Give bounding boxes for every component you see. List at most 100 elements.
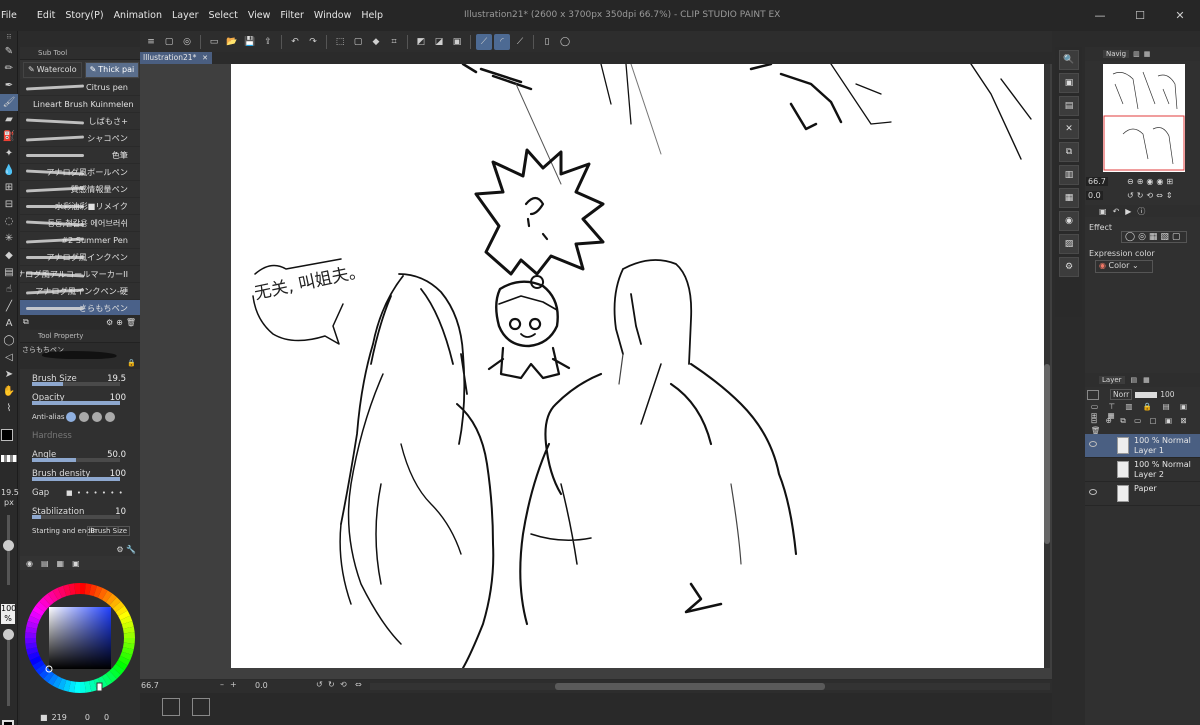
menu-item[interactable]: Select [207,0,246,31]
rotation-value[interactable]: 0.0 [255,681,268,690]
antialias-row[interactable]: Anti-alias [20,407,140,426]
tab-tool-info-icon[interactable]: ⓘ [1137,206,1145,217]
color-history-tab-icon[interactable]: ▣ [72,559,80,568]
start-end-select[interactable]: Brush Size [87,525,130,536]
transparent-swatch[interactable] [1,455,17,462]
gap-options[interactable]: ■ • • • • • • [66,489,124,497]
navigator-rotate-controls[interactable]: ↺↻⟲⇔⇕ [1127,191,1176,200]
menu-item[interactable]: Edit [35,0,63,31]
figure-tool-icon[interactable]: ⊟ [0,196,18,213]
brush-item[interactable]: アナログ風インクペン-硬 [20,283,140,300]
main-color-swatch[interactable] [1,429,13,441]
undo-icon[interactable]: ↶ [287,34,303,50]
zoom-out-button[interactable]: – [220,680,224,689]
menu-item[interactable]: Animation [112,0,170,31]
snap-to-grid-icon[interactable]: ⟋ [512,34,528,50]
layer-property-icon[interactable]: ▤ [1059,96,1079,116]
brush-size-track[interactable] [32,382,120,386]
clear-icon[interactable]: ▢ [350,34,366,50]
brush-item[interactable]: アナログ風アルコールマーカーII [20,266,140,283]
companion-icon[interactable]: ◯ [557,34,573,50]
menu-item[interactable]: Help [359,0,391,31]
tab-auto-action-icon[interactable]: ▶ [1125,207,1131,216]
navigator-zoom[interactable]: 66.7 [1086,177,1108,186]
navigator-rotation[interactable]: 0.0 [1086,191,1103,200]
hardness-row[interactable]: Hardness [20,426,140,445]
line-tool-icon[interactable]: ╱ [0,298,18,315]
close-window-button[interactable]: ✕ [1160,0,1200,31]
color-mode-icon[interactable] [2,720,14,725]
brush-item[interactable]: アナログ風インクペン [20,249,140,266]
close-tab-icon[interactable]: ✕ [202,52,208,64]
tool-settings-icon[interactable]: 🔧 [126,545,136,554]
maximize-button[interactable]: ☐ [1120,0,1160,31]
export-icon[interactable]: ⇪ [260,34,276,50]
record-icon[interactable]: ◎ [179,34,195,50]
move-tool-icon[interactable]: ➤ [0,366,18,383]
redo-icon[interactable]: ↷ [305,34,321,50]
grid-tool-icon[interactable]: ⊞ [0,179,18,196]
blend-tool-icon[interactable]: ✦ [0,145,18,162]
brush-item[interactable]: #2 Summer Pen [20,232,140,249]
ruler-tool-icon[interactable]: ◁ [0,349,18,366]
new-sub-tool-icon[interactable]: ⊕ [116,318,123,327]
eye-icon[interactable] [1089,489,1097,495]
flip-icon[interactable]: ⇔ [355,680,362,689]
effect-buttons[interactable]: ◯◎▦▧▢ [1121,231,1188,243]
wrench-icon[interactable]: ⚙ [106,318,113,327]
fountain-pen-icon[interactable]: ✒ [0,77,18,94]
hue-cursor[interactable] [96,682,103,692]
layer-row[interactable]: Paper [1085,482,1200,506]
brush-tool-icon[interactable]: 🖌 [0,94,18,111]
density-track[interactable] [32,477,120,481]
snap-to-ruler-icon[interactable]: ⟋ [476,33,492,50]
brush-item[interactable]: Lineart Brush Kuinmelen [20,96,140,113]
blend-mode-select[interactable]: Norr [1110,389,1133,400]
layer-row[interactable]: 100 % Normal Layer 1 [1085,434,1200,458]
layer-color-icon[interactable] [1087,389,1099,400]
angle-row[interactable]: Angle 50.0 [20,445,140,464]
tab-layer-search-icon[interactable]: ▤ [1131,376,1138,384]
menu-item[interactable]: Window [312,0,359,31]
thumbnail-toggle-icon[interactable] [162,698,180,716]
layer-row[interactable]: 100 % Normal Layer 2 [1085,458,1200,482]
timeline-toggle-icon[interactable] [192,698,210,716]
pencil-tool-icon[interactable]: ✏ [0,60,18,77]
text-tool-icon[interactable]: A [0,315,18,332]
menu-item[interactable]: View [246,0,279,31]
settings-panel-icon[interactable]: ⚙ [1059,257,1079,277]
sub-view-icon[interactable]: ▥ [1059,165,1079,185]
zoom-value[interactable]: 66.7 [141,681,159,690]
color-set-tab-icon[interactable]: ▦ [57,559,65,568]
material-icon[interactable]: ▣ [1059,73,1079,93]
menu-item[interactable]: Filter [278,0,312,31]
camera-icon[interactable]: ◉ [1059,211,1079,231]
balloon-tool-icon[interactable]: ◯ [0,332,18,349]
settings-icon[interactable]: ⚙ [116,545,123,554]
search-icon[interactable]: 🔍 [1059,50,1079,70]
pick-icon[interactable]: ■ [40,713,48,722]
bucket-tool-icon[interactable]: ◆ [0,247,18,264]
smartphone-icon[interactable]: ▯ [539,34,555,50]
brush-item[interactable]: アナログ風ボールペン [20,164,140,181]
color-wheel[interactable] [20,574,140,709]
crop-icon[interactable]: ▣ [449,34,465,50]
new-canvas-icon[interactable]: ▢ [161,34,177,50]
brush-item[interactable]: 色筆 [20,147,140,164]
drop-tool-icon[interactable]: 💧 [0,162,18,179]
drawing-canvas[interactable]: 无关, 叫姐夫。 [231,64,1044,668]
minimize-button[interactable]: — [1080,0,1120,31]
eyedropper-tool-icon[interactable]: ⌇ [0,400,18,417]
brush-density-row[interactable]: Brush density 100 [20,464,140,483]
lock-icon[interactable]: 🔒 [127,359,136,367]
close-panel-icon[interactable]: ✕ [1059,119,1079,139]
transform-icon[interactable]: ⌗ [386,34,402,50]
item-bank-icon[interactable]: ▦ [1059,188,1079,208]
fill-tool-icon[interactable]: ⛽ [0,128,18,145]
photo-icon[interactable]: ▨ [1059,234,1079,254]
gradient-tool-icon[interactable]: ▤ [0,264,18,281]
brush-size-row[interactable]: Brush Size 19.5 [20,369,140,388]
brush-item[interactable]: Citrus pen [20,79,140,96]
layer-opacity-slider[interactable] [1135,391,1158,398]
tab-layer-property-icon[interactable]: ▣ [1099,207,1107,216]
